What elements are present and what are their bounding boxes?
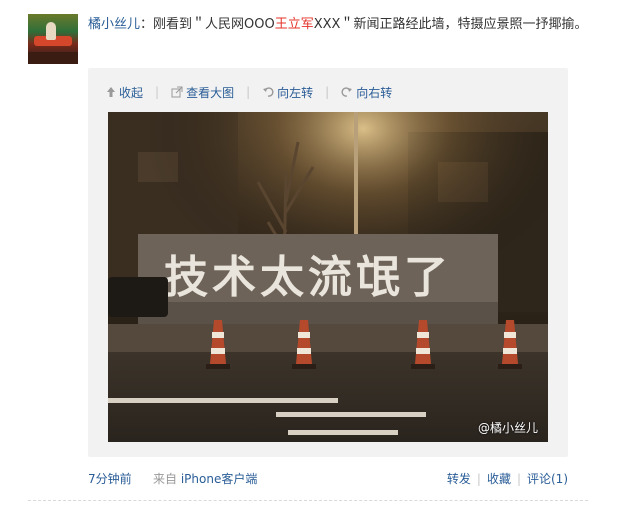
night-street-scene: 技术太流氓了: [108, 112, 548, 442]
graffiti-text: 技术太流氓了: [164, 252, 452, 303]
image-toolbar: 收起 | 查看大图 | 向左转 | 向右转: [106, 83, 392, 101]
repost-button[interactable]: 转发: [447, 472, 471, 486]
post-actions: 转发 | 收藏 | 评论(1): [447, 470, 568, 487]
post-text-part: 刚看到＂人民网OOO: [153, 17, 275, 32]
favorite-button[interactable]: 收藏: [487, 472, 511, 486]
rotate-left-button[interactable]: 向左转: [262, 84, 313, 101]
post-source: 来自 iPhone客户端: [153, 470, 257, 487]
action-separator: |: [516, 472, 521, 486]
lane-marking: [288, 430, 398, 435]
wall-shadow: [138, 302, 498, 324]
post-meta: 7分钟前 来自 iPhone客户端 转发 | 收藏 | 评论(1): [88, 470, 568, 486]
lane-marking: [276, 412, 426, 417]
sidewalk: [108, 324, 548, 352]
user-avatar[interactable]: [28, 14, 78, 64]
username-link[interactable]: 橘小丝儿: [88, 17, 140, 32]
collapse-button[interactable]: 收起: [106, 84, 143, 101]
post-text-part: XXX＂新闻正路经此墙，特摄应景照一抒揶揄。: [313, 17, 588, 32]
feed-divider: [28, 500, 588, 501]
rotate-left-icon: [263, 87, 274, 97]
source-app-link[interactable]: iPhone客户端: [181, 472, 258, 486]
post-time-link[interactable]: 7分钟前: [88, 470, 132, 487]
rotate-left-label: 向左转: [277, 85, 314, 100]
lane-marking: [108, 398, 338, 403]
post-photo[interactable]: 技术太流氓了 @橘小丝儿: [108, 112, 548, 442]
action-separator: |: [476, 472, 481, 486]
collapse-label: 收起: [119, 85, 144, 100]
photo-watermark: @橘小丝儿: [477, 421, 538, 435]
comment-button[interactable]: 评论(1): [527, 472, 568, 486]
toolbar-separator: |: [246, 85, 251, 99]
post-text: 橘小丝儿：刚看到＂人民网OOO王立军XXX＂新闻正路经此墙，特摄应景照一抒揶揄。: [88, 14, 588, 36]
rotate-right-icon: [341, 87, 353, 97]
toolbar-separator: |: [155, 85, 160, 99]
rotate-right-button[interactable]: 向右转: [341, 84, 392, 101]
view-large-button[interactable]: 查看大图: [171, 84, 234, 101]
view-large-label: 查看大图: [186, 85, 235, 100]
highlighted-name: 王立军: [274, 17, 314, 32]
parked-vehicle: [108, 277, 168, 317]
toolbar-separator: |: [325, 85, 330, 99]
colon: ：: [140, 17, 154, 32]
source-prefix: 来自: [153, 472, 178, 486]
avatar-detail: [28, 52, 78, 64]
arrow-up-icon: [107, 87, 115, 97]
avatar-detail: [46, 22, 56, 40]
rotate-right-label: 向右转: [356, 85, 393, 100]
external-link-icon: [171, 86, 183, 98]
